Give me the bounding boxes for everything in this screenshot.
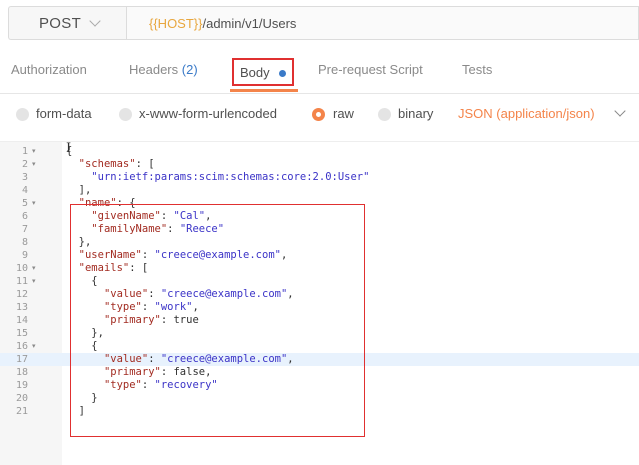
radio-binary[interactable] — [378, 108, 391, 121]
line-number: 4 — [21, 185, 28, 196]
line-number: 14 — [15, 315, 28, 326]
tab-body-label: Body — [240, 65, 270, 80]
line-number: 5 — [21, 198, 28, 209]
tab-body[interactable]: Body — [232, 58, 294, 86]
line-number: 9 — [21, 250, 28, 261]
form-data-label[interactable]: form-data — [36, 106, 92, 121]
active-tab-indicator — [230, 89, 298, 92]
code-line[interactable]: 4 ], — [0, 184, 639, 197]
content-type-dropdown[interactable]: JSON (application/json) — [458, 106, 595, 121]
modified-dot-icon — [279, 70, 286, 77]
raw-label[interactable]: raw — [333, 106, 354, 121]
code-line[interactable]: 3 "urn:ietf:params:scim:schemas:core:2.0… — [0, 171, 639, 184]
body-type-options: form-data x-www-form-urlencoded raw bina… — [0, 93, 639, 137]
urlencoded-label[interactable]: x-www-form-urlencoded — [139, 106, 277, 121]
code-line[interactable]: 1 ▾{ — [0, 145, 639, 158]
line-number: 6 — [21, 211, 28, 222]
method-dropdown[interactable]: POST — [8, 6, 126, 40]
line-number: 19 — [15, 380, 28, 391]
fold-toggle-icon[interactable]: ▾ — [32, 158, 36, 171]
request-bar: POST {{HOST}}/admin/v1/Users — [0, 0, 639, 48]
fold-toggle-icon[interactable]: ▾ — [32, 262, 36, 275]
fold-toggle-icon[interactable]: ▾ — [32, 145, 36, 158]
line-number: 8 — [21, 237, 28, 248]
line-number: 12 — [15, 289, 28, 300]
fold-toggle-icon[interactable]: ▾ — [32, 275, 36, 288]
radio-urlencoded[interactable] — [119, 108, 132, 121]
annotation-highlight-box — [70, 204, 365, 437]
json-punctuation — [66, 158, 79, 170]
json-string: "urn:ietf:params:scim:schemas:core:2.0:U… — [91, 171, 370, 183]
line-number: 1 — [21, 146, 28, 157]
fold-toggle-icon[interactable]: ▾ — [32, 197, 36, 210]
url-input[interactable]: {{HOST}}/admin/v1/Users — [126, 6, 639, 40]
line-number: 21 — [15, 406, 28, 417]
code-text: ], — [66, 184, 92, 197]
line-number: 17 — [15, 354, 28, 365]
tab-headers[interactable]: Headers (2) — [129, 62, 198, 77]
code-text: "urn:ietf:params:scim:schemas:core:2.0:U… — [66, 171, 369, 184]
tab-authorization[interactable]: Authorization — [11, 62, 87, 77]
json-punctuation: : [ — [135, 158, 155, 170]
code-line[interactable]: 2 ▾ "schemas": [ — [0, 158, 639, 171]
tab-tests[interactable]: Tests — [462, 62, 492, 77]
url-path: /admin/v1/Users — [202, 16, 297, 31]
text-cursor-icon: I — [66, 141, 72, 156]
line-number: 10 — [15, 263, 28, 274]
line-number: 13 — [15, 302, 28, 313]
line-number: 20 — [15, 393, 28, 404]
json-punctuation: ], — [66, 184, 92, 196]
line-number: 15 — [15, 328, 28, 339]
radio-raw[interactable] — [312, 108, 325, 121]
tab-pre-request-script[interactable]: Pre-request Script — [318, 62, 423, 77]
line-number: 3 — [21, 172, 28, 183]
line-number: 11 — [15, 276, 28, 287]
method-label: POST — [39, 15, 82, 32]
chevron-down-icon[interactable] — [614, 105, 626, 117]
fold-toggle-icon[interactable]: ▾ — [32, 340, 36, 353]
line-number: 16 — [15, 341, 28, 352]
line-number: 18 — [15, 367, 28, 378]
line-number: 2 — [21, 159, 28, 170]
url-host-variable: {{HOST}} — [149, 16, 203, 31]
line-number: 7 — [21, 224, 28, 235]
tab-headers-label: Headers — [129, 62, 179, 77]
radio-form-data[interactable] — [16, 108, 29, 121]
chevron-down-icon — [89, 15, 101, 27]
json-punctuation — [66, 171, 91, 183]
code-text: "schemas": [ — [66, 158, 155, 171]
binary-label[interactable]: binary — [398, 106, 433, 121]
json-key: "schemas" — [78, 158, 136, 170]
headers-count-badge: (2) — [181, 62, 198, 77]
request-tabs: Authorization Headers (2) Pre-request Sc… — [0, 48, 639, 94]
